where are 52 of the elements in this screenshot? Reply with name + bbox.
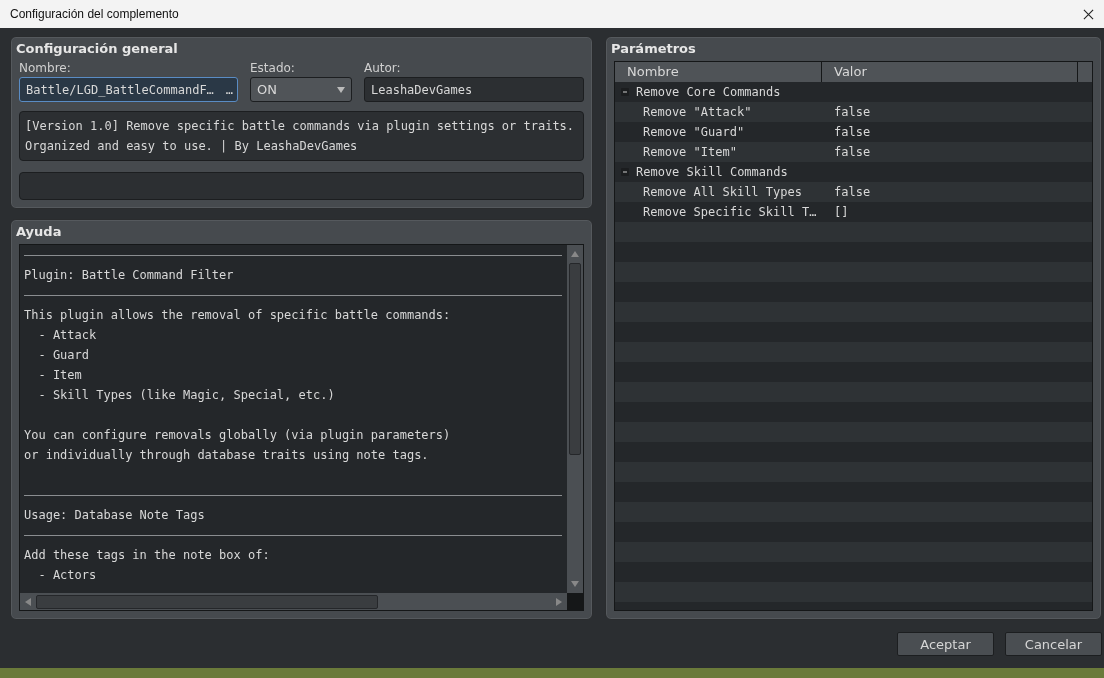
help-text-line: You can configure removals globally (via plugin parameters) — [24, 427, 451, 444]
help-text-line: Plugin: Battle Command Filter — [24, 267, 234, 284]
vertical-scrollbar[interactable] — [567, 245, 583, 593]
help-text-line: - Attack — [37, 327, 97, 344]
caret-icon — [337, 86, 345, 93]
help-text-line: Add these tags in the note box of: — [24, 547, 270, 564]
close-icon[interactable] — [1083, 8, 1094, 20]
help-text-line: - Item — [37, 367, 82, 384]
state-dropdown[interactable]: ON — [250, 77, 352, 102]
help-text-line: - Skill Types (like Magic, Special, etc.) — [37, 387, 335, 404]
field-label: Nombre: — [19, 61, 72, 75]
panel-title: Configuración general — [16, 40, 179, 58]
parameter-name[interactable]: Remove Specific Skill T… — [643, 205, 834, 219]
left-arrow-icon[interactable] — [24, 597, 32, 606]
field-value: Battle/LGD_BattleCommandF… — [26, 82, 214, 97]
description-text: [Version 1.0] Remove specific battle commands via plugin settings or traits. Organized and easy to use. | By LeashaDevGames — [19, 111, 584, 161]
field-label: Autor: — [364, 61, 402, 75]
parameter-value[interactable]: false — [834, 185, 871, 199]
up-arrow-icon[interactable] — [571, 250, 579, 258]
table-row[interactable]: Remove All Skill Types false — [615, 182, 1092, 202]
group-name[interactable]: Remove Skill Commands — [636, 165, 788, 179]
help-text-line: or individually through database traits using note tags. — [24, 447, 429, 464]
field-label: Estado: — [250, 61, 296, 75]
help-text-line: - Actors — [37, 567, 97, 584]
collapse-icon[interactable] — [621, 168, 629, 176]
author-field[interactable]: LeashaDevGames — [364, 77, 584, 102]
parameter-value[interactable]: false — [834, 145, 871, 159]
horizontal-scrollbar[interactable] — [20, 593, 567, 610]
parameter-name[interactable]: Remove All Skill Types — [643, 185, 834, 199]
accept-button[interactable]: Aceptar — [897, 632, 994, 656]
collapse-icon[interactable] — [621, 88, 629, 96]
browse-button[interactable]: … — [225, 82, 233, 97]
down-arrow-icon[interactable] — [571, 580, 579, 588]
right-arrow-icon[interactable] — [555, 597, 563, 606]
help-text-line: Usage: Database Note Tags — [24, 507, 205, 524]
parameter-value[interactable]: false — [834, 105, 871, 119]
panel-title: Ayuda — [16, 223, 63, 241]
parameter-name[interactable]: Remove "Attack" — [643, 105, 834, 119]
group-name[interactable]: Remove Core Commands — [636, 85, 781, 99]
parameter-value[interactable]: [] — [834, 205, 849, 219]
help-text-line: This plugin allows the removal of specific battle commands: — [24, 307, 451, 324]
table-row[interactable]: Remove "Attack" false — [615, 102, 1092, 122]
table-row[interactable]: Remove "Item" false — [615, 142, 1092, 162]
panel-title: Parámetros — [611, 40, 697, 58]
parameter-name[interactable]: Remove "Item" — [643, 145, 834, 159]
window-title: Configuración del complemento — [10, 7, 179, 21]
empty-field[interactable] — [19, 172, 584, 200]
name-field[interactable]: Battle/LGD_BattleCommandF… … — [19, 77, 238, 102]
parameter-value[interactable]: false — [834, 125, 871, 139]
help-text-line: - Guard — [37, 347, 90, 364]
cancel-button[interactable]: Cancelar — [1005, 632, 1102, 656]
parameter-name[interactable]: Remove "Guard" — [643, 125, 834, 139]
